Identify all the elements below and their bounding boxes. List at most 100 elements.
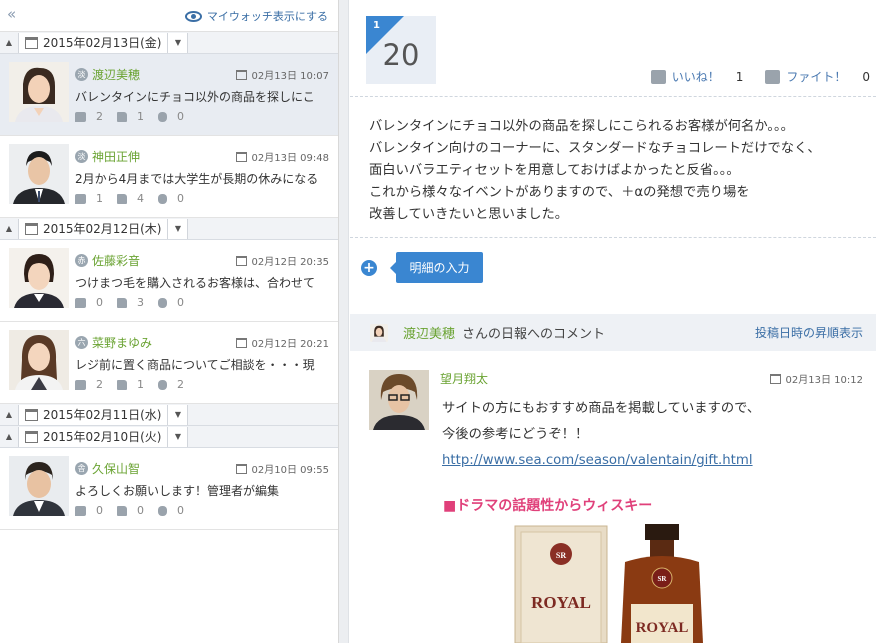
comment-count: 0 bbox=[96, 504, 103, 517]
comments-author[interactable]: 渡辺美穂 bbox=[403, 323, 455, 342]
like-button[interactable]: いいね！ bbox=[672, 68, 720, 85]
entry-time-text: 02月10日 09:55 bbox=[251, 465, 329, 476]
list-item[interactable]: 舎 久保山智 02月10日 09:55 よろしくお願いします！管理者が編集 0 … bbox=[0, 448, 338, 530]
reaction-bar: いいね！ 1 ファイト！ 0 bbox=[650, 68, 870, 85]
avatar bbox=[369, 370, 429, 430]
like-icon bbox=[117, 111, 127, 122]
store-badge: 舎 bbox=[75, 462, 88, 475]
whisky-bottle: SR ROYAL bbox=[621, 524, 703, 643]
collapse-up-icon[interactable]: ▲ bbox=[0, 38, 18, 47]
author-name[interactable]: 神田正伸 bbox=[92, 148, 140, 165]
chevron-down-icon[interactable]: ▼ bbox=[168, 426, 189, 447]
date-group-header: ▲ 2015年02月11日(水) ▼ bbox=[0, 404, 338, 426]
date-group-header: ▲ 2015年02月13日(金) ▼ bbox=[0, 32, 338, 54]
date-label: 2015年02月10日(火) bbox=[43, 430, 162, 444]
detail-entry-row: + 明細の入力 bbox=[361, 252, 483, 283]
author-name[interactable]: 久保山智 bbox=[92, 460, 140, 477]
entry-title: バレンタインにチョコ以外の商品を探しにこ bbox=[75, 90, 315, 104]
like-count: 4 bbox=[137, 192, 144, 205]
chevron-down-icon[interactable]: ▼ bbox=[168, 32, 189, 53]
like-icon bbox=[117, 297, 127, 308]
comment-count: 2 bbox=[96, 378, 103, 391]
author-name[interactable]: 佐藤彩音 bbox=[92, 252, 140, 269]
mywatch-toggle[interactable]: マイウォッチ表示にする bbox=[184, 8, 328, 24]
calendar-icon bbox=[235, 463, 247, 474]
fight-count: 0 bbox=[177, 504, 184, 517]
comment-line: サイトの方にもおすすめ商品を掲載していますので、 bbox=[442, 401, 761, 416]
like-count: 3 bbox=[137, 296, 144, 309]
collapse-up-icon[interactable]: ▲ bbox=[0, 432, 18, 441]
report-line: バレンタイン向けのコーナーに、スタンダードなチョコレートだけでなく、 bbox=[369, 141, 821, 156]
plus-icon[interactable]: + bbox=[361, 259, 377, 276]
list-toolbar: « マイウォッチ表示にする bbox=[0, 0, 338, 32]
author-name[interactable]: 菜野まゆみ bbox=[92, 334, 152, 351]
avatar bbox=[9, 248, 69, 308]
comment-author[interactable]: 望月翔太 bbox=[440, 370, 488, 387]
chevron-down-icon[interactable]: ▼ bbox=[168, 404, 189, 425]
author-row: 淡 神田正伸 bbox=[75, 148, 140, 165]
chevron-down-icon[interactable]: ▼ bbox=[168, 218, 189, 239]
avatar bbox=[9, 456, 69, 516]
fight-count: 0 bbox=[177, 296, 184, 309]
box-label-text: ROYAL bbox=[531, 593, 591, 612]
entry-counts: 1 4 0 bbox=[75, 192, 192, 205]
list-item[interactable]: 赤 佐藤彩音 02月12日 20:35 つけまつ毛を購入されるお客様は、合わせて… bbox=[0, 240, 338, 322]
date-label-box: 2015年02月11日(水) bbox=[18, 404, 169, 425]
comment-line: 今後の参考にどうぞ！！ bbox=[442, 427, 589, 442]
gift-page-link[interactable]: http://www.sea.com/season/valentain/gift… bbox=[442, 448, 753, 474]
like-count: 1 bbox=[137, 110, 144, 123]
date-label-box: 2015年02月12日(木) bbox=[18, 218, 169, 239]
report-list-pane: « マイウォッチ表示にする ▲ 2015年02月13日(金) ▼ 淡 渡辺美穂 bbox=[0, 0, 339, 643]
entry-counts: 2 1 0 bbox=[75, 110, 192, 123]
fight-count: 0 bbox=[177, 192, 184, 205]
calendar-icon bbox=[235, 337, 247, 348]
date-label-box: 2015年02月10日(火) bbox=[18, 426, 169, 447]
entry-time: 02月13日 09:48 bbox=[235, 149, 329, 164]
entry-time: 02月10日 09:55 bbox=[235, 461, 329, 476]
calendar-icon bbox=[25, 36, 38, 49]
day-tile: 1 20 bbox=[366, 16, 436, 84]
entry-title: よろしくお願いします！管理者が編集 bbox=[75, 484, 280, 498]
entry-counts: 2 1 2 bbox=[75, 378, 192, 391]
list-item[interactable]: 淡 渡辺美穂 02月13日 10:07 バレンタインにチョコ以外の商品を探しにこ… bbox=[0, 54, 338, 136]
calendar-icon bbox=[25, 222, 38, 235]
product-image: SR ROYAL SR ROYAL bbox=[513, 520, 733, 643]
comment-count: 1 bbox=[96, 192, 103, 205]
comment-body: サイトの方にもおすすめ商品を掲載していますので、 今後の参考にどうぞ！！ htt… bbox=[442, 396, 760, 474]
list-item[interactable]: 六 菜野まゆみ 02月12日 20:21 レジ前に置く商品についてご相談を・・・… bbox=[0, 322, 338, 404]
author-name[interactable]: 渡辺美穂 bbox=[92, 66, 140, 83]
entry-title: レジ前に置く商品についてご相談を・・・現 bbox=[75, 358, 315, 372]
calendar-icon bbox=[235, 69, 247, 80]
fight-icon bbox=[158, 297, 167, 308]
date-label: 2015年02月12日(木) bbox=[43, 222, 162, 236]
list-item[interactable]: 淡 神田正伸 02月13日 09:48 2月から4月までは大学生が長期の休みにな… bbox=[0, 136, 338, 218]
author-row: 六 菜野まゆみ bbox=[75, 334, 152, 351]
comment-time-text: 02月13日 10:12 bbox=[785, 375, 863, 386]
sort-ascending-link[interactable]: 投稿日時の昇順表示 bbox=[755, 324, 863, 341]
bottle-label-text: ROYAL bbox=[636, 620, 689, 636]
collapse-up-icon[interactable]: ▲ bbox=[0, 410, 18, 419]
comment-icon bbox=[75, 505, 86, 516]
date-group-header: ▲ 2015年02月10日(火) ▼ bbox=[0, 426, 338, 448]
fight-icon bbox=[158, 111, 167, 122]
date-label: 2015年02月11日(水) bbox=[43, 408, 162, 422]
fight-icon bbox=[158, 193, 167, 204]
entry-counts: 0 0 0 bbox=[75, 504, 192, 517]
collapse-up-icon[interactable]: ▲ bbox=[0, 224, 18, 233]
collapse-icon[interactable]: « bbox=[7, 5, 16, 23]
app-window: « マイウォッチ表示にする ▲ 2015年02月13日(金) ▼ 淡 渡辺美穂 bbox=[0, 0, 876, 643]
entry-time: 02月12日 20:21 bbox=[235, 335, 329, 350]
entry-title: つけまつ毛を購入されるお客様は、合わせて bbox=[75, 276, 316, 290]
comment-icon bbox=[75, 297, 86, 308]
fight-count: 0 bbox=[177, 110, 184, 123]
report-line: 改善していきたいと思いました。 bbox=[369, 207, 569, 222]
date-group-header: ▲ 2015年02月12日(木) ▼ bbox=[0, 218, 338, 240]
fight-button[interactable]: ファイト！ bbox=[786, 68, 846, 85]
entry-time-text: 02月12日 20:21 bbox=[251, 339, 329, 350]
like-count: 1 bbox=[137, 378, 144, 391]
fist-icon bbox=[765, 69, 781, 84]
entry-counts: 0 3 0 bbox=[75, 296, 192, 309]
detail-input-button[interactable]: 明細の入力 bbox=[390, 252, 483, 283]
bottle-badge-text: SR bbox=[658, 575, 668, 583]
pane-splitter[interactable] bbox=[339, 0, 349, 643]
